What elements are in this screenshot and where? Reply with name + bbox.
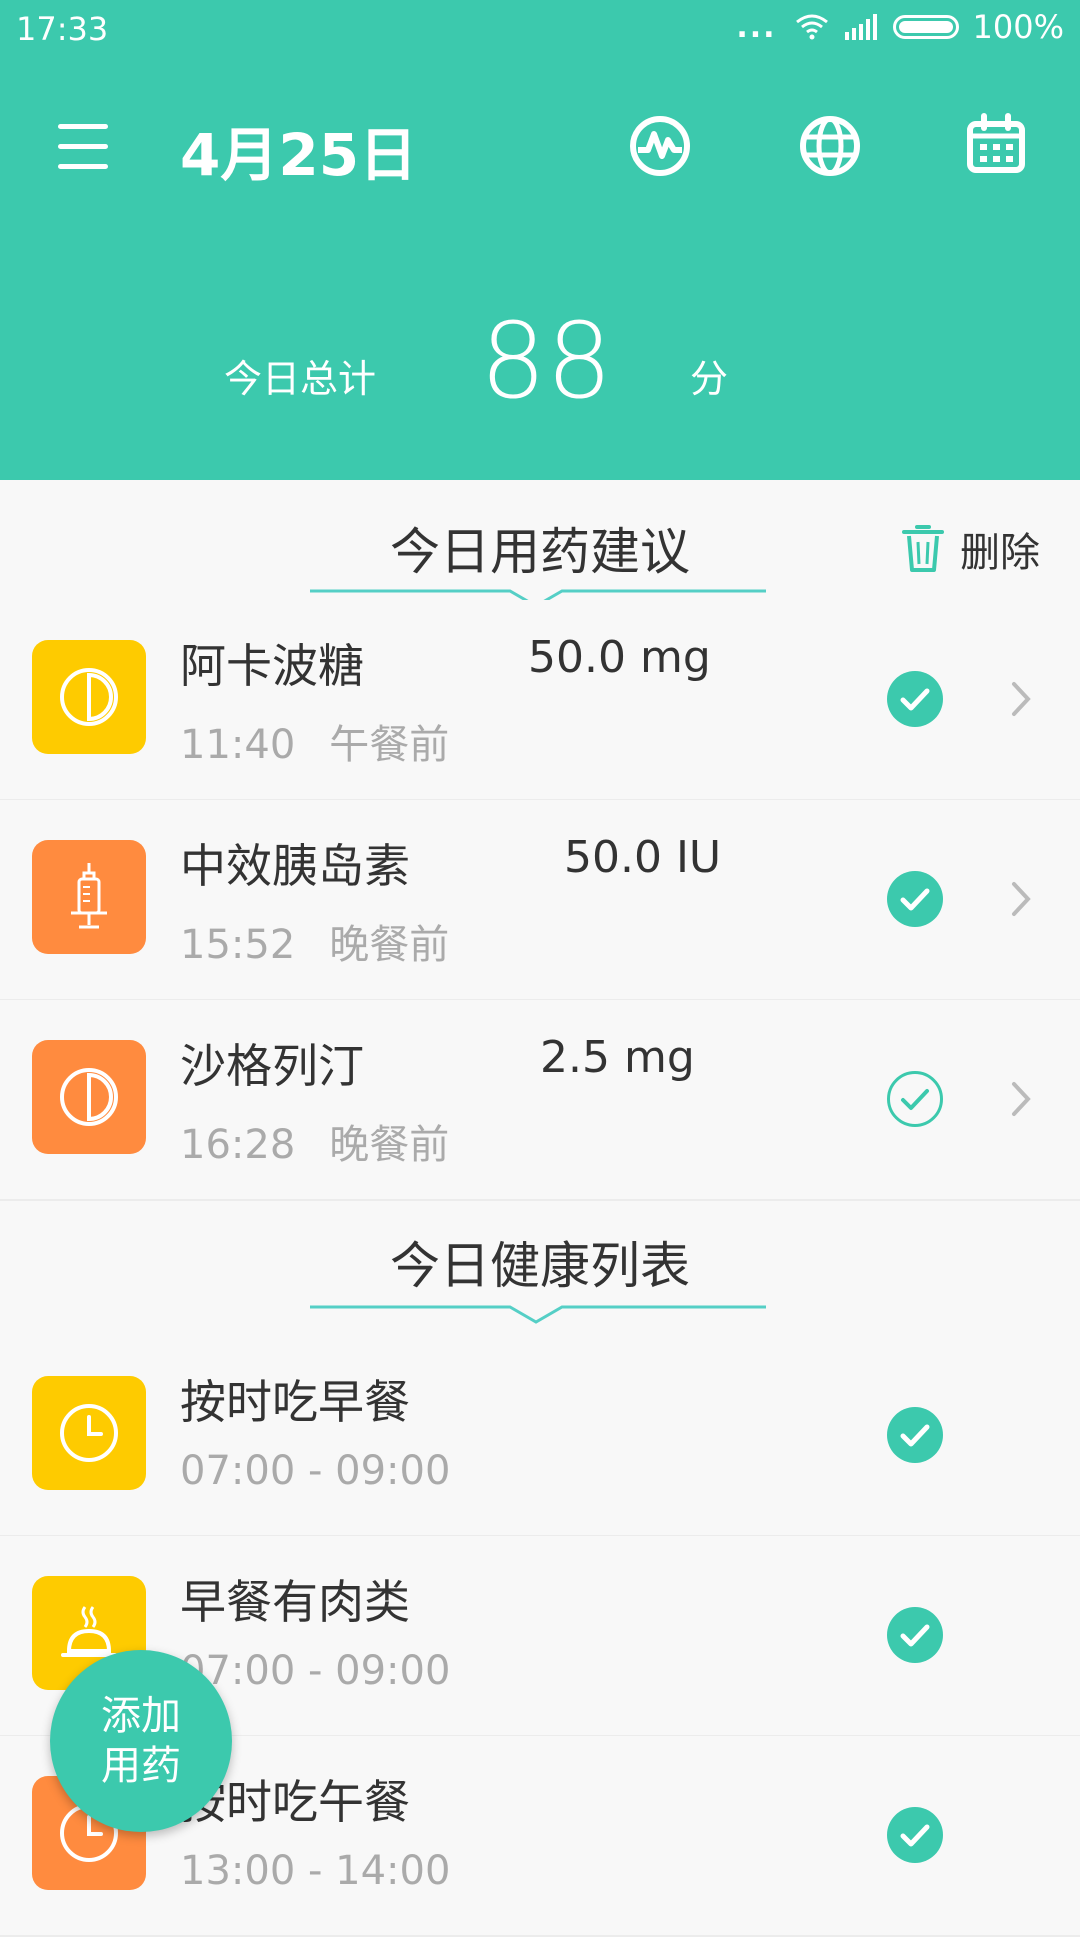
medication-dose: 50.0 IU — [564, 832, 722, 883]
medication-row[interactable]: 阿卡波糖 50.0 mg 11:40 午餐前 — [0, 600, 1080, 801]
health-item-time: 07:00 - 09:00 — [180, 1448, 451, 1494]
medication-time: 15:52 — [180, 922, 296, 968]
medication-meal: 晚餐前 — [329, 922, 450, 968]
globe-icon[interactable] — [794, 110, 866, 182]
total-label: 今日总计 — [224, 357, 377, 401]
status-bar: 17:33 ... 100% — [0, 0, 1080, 60]
check-filled-icon[interactable] — [886, 870, 944, 928]
app-header: 17:33 ... 100% 4月25日 今日总计 88 分 — [0, 0, 1080, 480]
medication-schedule: 15:52 晚餐前 — [180, 912, 449, 970]
check-outline-icon[interactable] — [886, 1070, 944, 1128]
medication-meal: 午餐前 — [329, 722, 450, 768]
health-row[interactable]: 按时吃早餐 07:00 - 09:00 — [0, 1336, 1080, 1537]
health-section-title: 今日健康列表 — [390, 1237, 690, 1295]
medication-name: 阿卡波糖 — [180, 639, 364, 693]
check-filled-icon[interactable] — [886, 1806, 944, 1864]
battery-icon — [892, 15, 959, 39]
total-score: 88 — [480, 300, 613, 422]
pill-icon — [32, 1040, 146, 1154]
medication-dose: 50.0 mg — [528, 632, 711, 683]
check-filled-icon[interactable] — [886, 670, 944, 728]
medication-name: 中效胰岛素 — [180, 839, 410, 893]
medication-time: 11:40 — [180, 722, 296, 768]
trash-icon — [902, 525, 944, 572]
medication-meal: 晚餐前 — [329, 1122, 450, 1168]
calendar-icon[interactable] — [960, 110, 1032, 182]
chevron-right-icon[interactable] — [1004, 876, 1036, 922]
fab-label-line1: 添加 — [101, 1693, 181, 1739]
battery-percent: 100% — [972, 8, 1064, 46]
delete-button[interactable]: 删除 — [900, 520, 1040, 578]
health-item-time: 13:00 - 14:00 — [180, 1848, 451, 1894]
status-indicators: ... 100% — [736, 8, 1064, 46]
medication-schedule: 11:40 午餐前 — [180, 712, 449, 770]
check-filled-icon[interactable] — [886, 1606, 944, 1664]
status-time: 17:33 — [16, 10, 109, 48]
check-filled-icon[interactable] — [886, 1406, 944, 1464]
add-medication-button[interactable]: 添加 用药 — [50, 1650, 232, 1832]
wifi-icon — [795, 14, 828, 40]
pulse-icon[interactable] — [624, 110, 696, 182]
section-divider — [310, 1305, 766, 1324]
clock-icon — [32, 1376, 146, 1490]
pill-icon — [32, 640, 146, 754]
syringe-icon — [32, 840, 146, 954]
medication-row[interactable]: 沙格列汀 2.5 mg 16:28 晚餐前 — [0, 1000, 1080, 1201]
chevron-right-icon[interactable] — [1004, 1076, 1036, 1122]
medication-schedule: 16:28 晚餐前 — [180, 1112, 449, 1170]
total-unit: 分 — [690, 357, 729, 401]
date-title[interactable]: 4月25日 — [180, 108, 417, 192]
menu-icon[interactable] — [48, 110, 120, 182]
fab-label-line2: 用药 — [101, 1743, 181, 1789]
health-item-time: 07:00 - 09:00 — [180, 1648, 451, 1694]
medication-dose: 2.5 mg — [540, 1032, 695, 1083]
delete-label: 删除 — [960, 530, 1040, 576]
signal-icon — [844, 14, 877, 40]
health-item-name: 按时吃早餐 — [180, 1375, 410, 1429]
medication-name: 沙格列汀 — [180, 1039, 364, 1093]
medication-row[interactable]: 中效胰岛素 50.0 IU 15:52 晚餐前 — [0, 800, 1080, 1001]
health-item-name: 早餐有肉类 — [180, 1575, 410, 1629]
more-dots-icon: ... — [736, 9, 777, 45]
chevron-right-icon[interactable] — [1004, 676, 1036, 722]
medication-time: 16:28 — [180, 1122, 296, 1168]
